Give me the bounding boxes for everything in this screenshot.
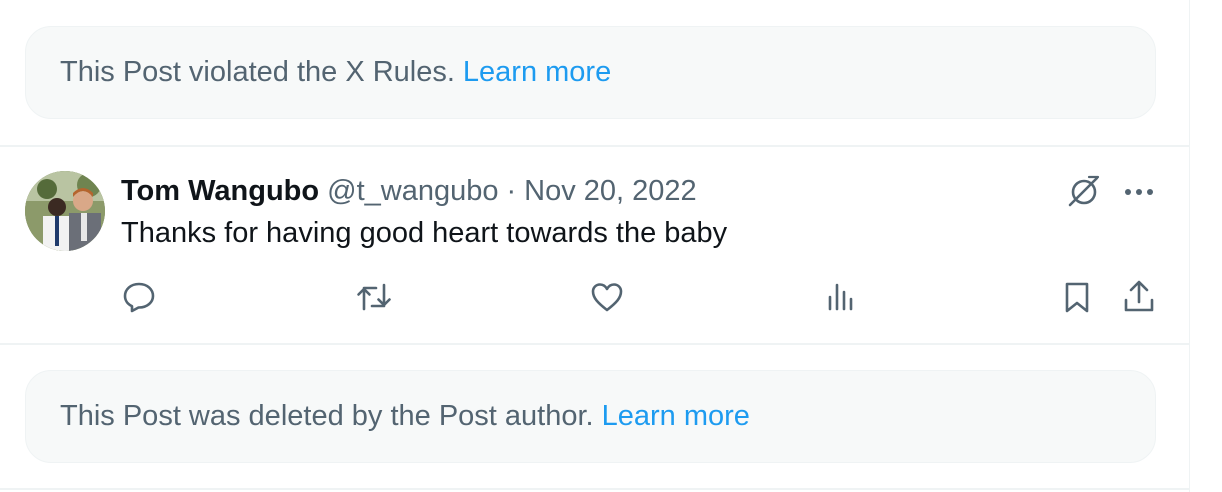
- bookmark-icon: [1059, 279, 1095, 320]
- more-options-button[interactable]: [1117, 171, 1161, 215]
- divider: [0, 488, 1189, 490]
- repost-button[interactable]: [354, 279, 394, 319]
- author-name[interactable]: Tom Wangubo: [121, 175, 319, 208]
- notice-text: This Post violated the X Rules.: [60, 56, 455, 88]
- post-header: Tom Wangubo @t_wangubo · Nov 20, 2022: [121, 172, 697, 210]
- like-icon: [589, 279, 625, 320]
- separator-dot: ·: [506, 174, 517, 207]
- repost-icon: [355, 279, 393, 320]
- reply-icon: [121, 279, 157, 320]
- more-icon: [1123, 184, 1155, 202]
- views-icon: [823, 279, 859, 320]
- post[interactable]: Tom Wangubo @t_wangubo · Nov 20, 2022 Th…: [0, 147, 1189, 343]
- timeline-column: This Post violated the X Rules. Learn mo…: [0, 0, 1190, 492]
- divider: [0, 343, 1189, 345]
- learn-more-link[interactable]: Learn more: [463, 56, 611, 89]
- share-icon: [1121, 279, 1157, 320]
- post-text: Thanks for having good heart towards the…: [121, 217, 728, 249]
- bookmark-button[interactable]: [1057, 279, 1097, 319]
- notice-text: This Post was deleted by the Post author…: [60, 400, 594, 432]
- views-button[interactable]: [821, 279, 861, 319]
- avatar[interactable]: [25, 171, 105, 251]
- like-button[interactable]: [587, 279, 627, 319]
- violated-post-notice: This Post violated the X Rules. Learn mo…: [25, 26, 1156, 119]
- post-timestamp[interactable]: Nov 20, 2022: [524, 175, 697, 208]
- reply-button[interactable]: [119, 279, 159, 319]
- deleted-post-notice: This Post was deleted by the Post author…: [25, 370, 1156, 463]
- grok-icon: [1066, 173, 1102, 214]
- learn-more-link[interactable]: Learn more: [602, 400, 750, 433]
- author-handle[interactable]: @t_wangubo: [327, 175, 498, 208]
- share-button[interactable]: [1119, 279, 1159, 319]
- grok-button[interactable]: [1062, 171, 1106, 215]
